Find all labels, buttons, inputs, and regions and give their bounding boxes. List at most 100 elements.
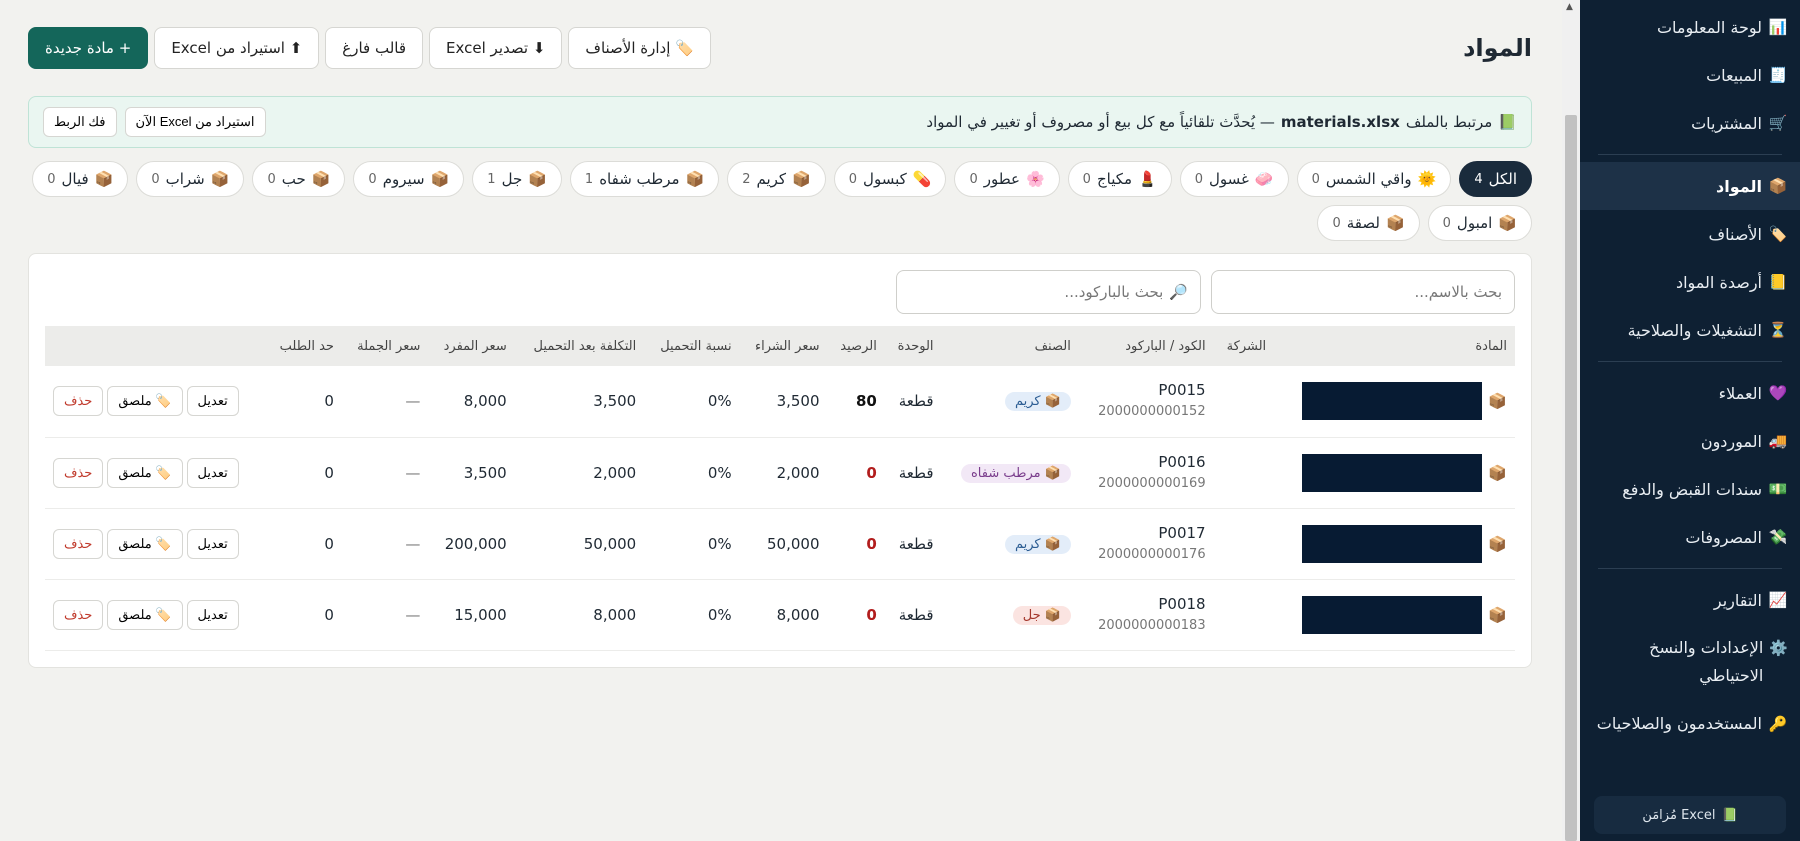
banner-text: 📗 مرتبط بالملف materials.xlsx — يُحدَّث … [926,113,1517,131]
chip-count: 0 [1311,171,1320,187]
filter-chip[interactable]: 💄 مكياج 0 [1067,161,1172,197]
sidebar-item-label: لوحة المعلومات [1656,17,1762,37]
category-icon: 💊 [912,170,932,188]
sidebar-item[interactable]: 📈 التقارير [1580,576,1800,624]
load-percent-cell: 0% [644,508,740,580]
label-button[interactable]: 🏷️ ملصق [107,528,183,559]
edit-button[interactable]: تعديل [186,457,239,488]
reorder-limit-cell: 0 [265,579,342,651]
filter-chip[interactable]: 📦 كريم 2 [727,161,826,197]
sidebar-item[interactable]: 💜 العملاء [1580,369,1800,417]
sidebar-item[interactable]: 💸 المصروفات [1580,513,1800,561]
sidebar-item[interactable]: 📦 المواد [1580,162,1800,210]
barcode-search-input[interactable]: 🔎 بحث بالباركود... [896,270,1201,314]
sidebar-item-label: التشغيلات والصلاحية [1627,320,1762,340]
label-button[interactable]: 🏷️ ملصق [107,457,183,488]
cost-after-load-cell: 8,000 [514,579,645,651]
chip-count: 2 [742,171,751,187]
redacted-name [1302,382,1483,421]
filter-chip[interactable]: 💊 كبسول 0 [833,161,947,197]
sidebar-item[interactable]: 💵 سندات القبض والدفع [1580,465,1800,513]
column-header: الصنف [941,326,1079,366]
sidebar-divider [1598,154,1782,155]
name-search-input[interactable]: بحث بالاسم... [1211,270,1515,314]
sidebar-item[interactable]: 🏷️ الأصناف [1580,210,1800,258]
redacted-name [1302,524,1483,563]
filter-chip[interactable]: 📦 فيال 0 [32,161,129,197]
filter-chip[interactable]: 📦 جل 1 [472,161,562,197]
delete-button[interactable]: حذف [53,528,104,559]
box-icon: 📦 [1488,463,1507,482]
scroll-up-arrow-icon[interactable]: ▲ [1566,2,1573,12]
edit-button[interactable]: تعديل [186,528,239,559]
sidebar-item[interactable]: 🛒 المشتريات [1580,99,1800,147]
materials-table: المادة الشركة الكود / الباركود الصنف الوحدة ا… [45,326,1515,651]
sidebar-item[interactable]: ⚙️ الإعدادات والنسخ الاحتياطي [1580,624,1800,700]
filter-chip[interactable]: 🌸 عطور 0 [954,161,1060,197]
scroll-thumb[interactable] [1565,115,1577,841]
ledger-icon: 📒 [1768,273,1788,291]
sidebar-item[interactable]: ⏳ التشغيلات والصلاحية [1580,306,1800,354]
delete-button[interactable]: حذف [53,386,104,417]
unlink-button[interactable]: فك الربط [43,107,117,137]
chip-count: 0 [1442,215,1451,231]
receipt-icon: 🧾 [1768,66,1788,84]
delete-button[interactable]: حذف [53,599,104,630]
sidebar-item-label: المواد [1716,176,1762,196]
edit-button[interactable]: تعديل [186,386,239,417]
delete-button[interactable]: حذف [53,457,104,488]
filter-chip[interactable]: 📦 مرطب شفاه 1 [569,161,720,197]
filter-chip[interactable]: 📦 سيروم 0 [353,161,465,197]
column-header [45,326,266,366]
filter-chip[interactable]: 📦 لصقة 0 [1317,205,1420,241]
manage-categories-button[interactable]: 🏷️ إدارة الأصناف [568,27,711,69]
table-row[interactable]: 📦 P0017 2000000000176 📦 كريم قطعة 0 50,000 0% 50,… [45,508,1515,580]
wholesale-price-cell: — [341,437,429,509]
import-now-button[interactable]: استيراد من Excel الآن [124,107,266,137]
blank-template-button[interactable]: قالب فارغ [325,27,424,69]
page-scrollbar[interactable]: ▲ [1562,0,1580,841]
table-header-row: المادة الشركة الكود / الباركود الصنف الوحدة ا… [45,326,1515,366]
chip-count: 0 [848,171,858,187]
sidebar-item[interactable]: 🧾 المبيعات [1580,51,1800,99]
purchase-price-cell: 50,000 [739,508,828,580]
label-button[interactable]: 🏷️ ملصق [107,599,183,630]
sidebar-item-label: المشتريات [1691,113,1762,133]
name-search-placeholder: بحث بالاسم... [1414,283,1502,301]
code-cell: P0018 2000000000183 [1078,579,1214,651]
category-tag: 📦 كريم [1004,392,1071,412]
export-excel-button[interactable]: ⬇ تصدير Excel [429,27,563,69]
box-icon: 📦 [1044,607,1061,623]
sidebar-item[interactable]: 📒 أرصدة المواد [1580,258,1800,306]
new-material-button[interactable]: + مادة جديدة [28,27,149,69]
table-row[interactable]: 📦 P0018 2000000000183 📦 جل قطعة 0 8,000 0% 8,000 1… [45,579,1515,651]
table-row[interactable]: 📦 P0016 2000000000169 📦 مرطب شفاه قطعة 0 2,000 0… [45,437,1515,509]
edit-button[interactable]: تعديل [186,599,239,630]
filter-chip[interactable]: 📦 امبول 0 [1427,205,1532,241]
company-cell [1213,508,1275,580]
banner-suffix: — يُحدَّث تلقائياً مع كل بيع أو مصروف أو… [926,113,1275,131]
sidebar-item[interactable]: 🔑 المستخدمون والصلاحيات [1580,700,1800,748]
load-percent-cell: 0% [644,437,740,509]
material-name: 📦 [1282,524,1507,563]
column-header: المادة [1274,326,1515,366]
purchase-price-cell: 8,000 [739,579,828,651]
chip-label: فيال [61,170,89,188]
magnifier-icon: 🔎 [1169,283,1188,301]
table-row[interactable]: 📦 P0015 2000000000152 📦 كريم قطعة 80 3,500 0% 3,5… [45,366,1515,438]
chip-count: 0 [151,171,160,187]
filter-chip[interactable]: 🧼 غسول 0 [1179,161,1289,197]
column-header: سعر المفرد [428,326,515,366]
import-excel-button[interactable]: ⬆ استيراد من Excel [154,27,320,69]
filter-chip[interactable]: الكل 4 [1459,161,1532,197]
label-button[interactable]: 🏷️ ملصق [107,386,183,417]
filter-chip[interactable]: 📦 شراب 0 [136,161,245,197]
sidebar-item[interactable]: 📊 لوحة المعلومات [1580,3,1800,51]
column-header: سعر الجملة [341,326,429,366]
sidebar-item[interactable]: 🚚 الموردون [1580,417,1800,465]
reorder-limit-cell: 0 [265,437,342,509]
filter-chip[interactable]: 🌞 واقي الشمس 0 [1296,161,1452,197]
category-tag-label: مرطب شفاه [971,465,1041,481]
tag-icon: 🏷️ [1768,225,1788,243]
filter-chip[interactable]: 📦 حب 0 [252,161,346,197]
